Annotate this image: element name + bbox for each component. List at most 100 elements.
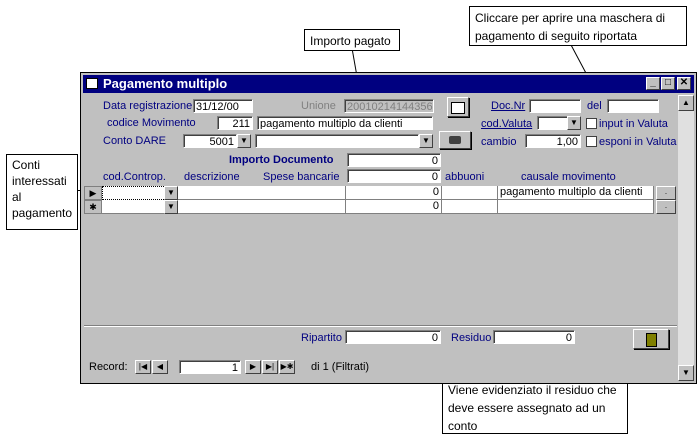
open-payment-mask-button[interactable]: . [656, 186, 676, 200]
minimize-button[interactable]: _ [646, 77, 660, 90]
conto-dare-desc[interactable] [255, 134, 419, 148]
vertical-scrollbar[interactable]: ▲ ▼ [678, 95, 694, 381]
chevron-down-icon: ▼ [422, 136, 430, 145]
cod-valuta-field[interactable] [537, 116, 569, 130]
codice-movimento-field[interactable]: 211 [217, 116, 253, 130]
exit-door-icon [645, 333, 657, 347]
codice-movimento-desc[interactable]: pagamento multiplo da clienti [257, 116, 433, 130]
col-descrizione: descrizione [184, 171, 240, 183]
ripartito-field: 0 [345, 330, 441, 344]
cod-valuta-label: cod.Valuta [481, 118, 533, 130]
input-valuta-checkbox[interactable] [586, 118, 597, 129]
chevron-down-icon: ▼ [167, 202, 175, 211]
pagamento-multiplo-window: Pagamento multiplo _ □ ✕ Data registrazi… [80, 72, 697, 384]
codice-movimento-label: codice Movimento [107, 117, 196, 129]
callout-left: Conti interessati al pagamento [6, 154, 78, 230]
callout-top-right-text: Cliccare per aprire una maschera di paga… [475, 11, 666, 43]
arrow-up-icon: ▲ [682, 98, 690, 107]
causale-cell[interactable]: pagamento multiplo da clienti [498, 186, 654, 200]
cod-controp-cell[interactable] [102, 186, 168, 200]
cod-valuta-dropdown[interactable]: ▼ [567, 116, 581, 130]
first-record-icon: |◀ [138, 362, 148, 371]
prev-record-icon: ◀ [156, 362, 164, 371]
title-bar: Pagamento multiplo _ □ ✕ [83, 75, 694, 93]
del-label: del [587, 100, 602, 112]
minimize-icon: _ [650, 77, 656, 88]
print-button[interactable] [447, 97, 469, 117]
record-selector-current[interactable]: ▶ [84, 186, 102, 200]
callout-importo-pagato: Importo pagato [304, 29, 400, 51]
close-icon: ✕ [679, 77, 689, 88]
conto-dare-dropdown[interactable]: ▼ [237, 134, 251, 148]
record-navigator: Record: |◀ ◀ 1 ▶ ▶| ▶✱ di 1 (Filtrati) [89, 360, 389, 376]
footer-divider [84, 325, 677, 327]
abbuoni-cell[interactable] [442, 186, 498, 200]
maximize-icon: □ [664, 77, 672, 88]
camera-icon [449, 136, 461, 144]
form-icon [86, 78, 98, 89]
doc-nr-field[interactable] [529, 99, 581, 113]
next-record-icon: ▶ [249, 362, 257, 371]
printer-icon [451, 102, 465, 114]
new-record-icon: ▶✱ [280, 362, 294, 371]
spese-bancarie-header-field[interactable]: 0 [347, 169, 441, 183]
col-cod-controp: cod.Controp. [103, 171, 166, 183]
last-record-button[interactable]: ▶| [262, 360, 278, 374]
descrizione-cell[interactable] [178, 200, 346, 214]
ripartito-label: Ripartito [301, 332, 342, 344]
importo-documento-field[interactable]: 0 [347, 153, 441, 167]
conto-dare-field[interactable]: 5001 [183, 134, 237, 148]
col-abbuoni: abbuoni [445, 171, 485, 183]
table-row[interactable]: ▶ ▼ 0 pagamento multiplo da clienti . [84, 186, 677, 200]
current-record-field[interactable]: 1 [179, 360, 241, 374]
record-label: Record: [89, 361, 128, 373]
conto-dare-label: Conto DARE [103, 135, 166, 147]
col-spese-bancarie: Spese bancarie [263, 171, 340, 183]
window-title: Pagamento multiplo [103, 76, 228, 91]
cod-controp-dropdown[interactable]: ▼ [164, 186, 178, 200]
cambio-field[interactable]: 1,00 [525, 134, 581, 148]
data-registrazione-field[interactable]: 31/12/00 [193, 99, 253, 113]
conto-dare-desc-dropdown[interactable]: ▼ [419, 134, 433, 148]
cod-controp-cell[interactable] [102, 200, 168, 214]
unione-label: Unione [301, 100, 336, 112]
next-record-button[interactable]: ▶ [245, 360, 261, 374]
residuo-field: 0 [493, 330, 575, 344]
callout-left-text: Conti interessati al pagamento [12, 158, 73, 220]
importo-cell[interactable]: 0 [346, 200, 442, 214]
unione-field: 20010214144356 [344, 99, 434, 113]
del-field[interactable] [607, 99, 659, 113]
open-payment-mask-button[interactable]: . [656, 200, 676, 214]
importo-cell[interactable]: 0 [346, 186, 442, 200]
record-total: di 1 (Filtrati) [311, 361, 370, 373]
close-button[interactable]: ✕ [677, 77, 691, 90]
causale-cell[interactable] [498, 200, 654, 214]
new-record-button[interactable]: ▶✱ [279, 360, 295, 374]
arrow-down-icon: ▼ [682, 368, 690, 377]
descrizione-cell[interactable] [178, 186, 346, 200]
maximize-button[interactable]: □ [661, 77, 675, 90]
chevron-down-icon: ▼ [240, 136, 248, 145]
table-row[interactable]: ✱ ▼ 0 . [84, 200, 677, 214]
cod-controp-dropdown[interactable]: ▼ [164, 200, 178, 214]
prev-record-button[interactable]: ◀ [152, 360, 168, 374]
callout-bottom-text: Viene evidenziato il residuo che deve es… [448, 383, 617, 433]
detail-subform: ▶ ▼ 0 pagamento multiplo da clienti . ✱ … [84, 186, 677, 324]
abbuoni-cell[interactable] [442, 200, 498, 214]
record-selector-new[interactable]: ✱ [84, 200, 102, 214]
exit-button[interactable] [633, 329, 669, 349]
esponi-valuta-checkbox[interactable] [586, 136, 597, 147]
input-valuta-label: input in Valuta [599, 118, 668, 130]
cambio-label: cambio [481, 136, 517, 148]
esponi-valuta-label: esponi in Valuta [599, 136, 677, 148]
chevron-down-icon: ▼ [167, 188, 175, 197]
camera-button[interactable] [439, 131, 471, 149]
last-record-icon: ▶| [265, 362, 275, 371]
first-record-button[interactable]: |◀ [135, 360, 151, 374]
doc-nr-label: Doc.Nr [491, 100, 526, 112]
data-registrazione-label: Data registrazione [103, 100, 193, 112]
residuo-label: Residuo [451, 332, 492, 344]
importo-documento-label: Importo Documento [229, 154, 334, 166]
scroll-down-button[interactable]: ▼ [678, 365, 694, 381]
scroll-up-button[interactable]: ▲ [678, 95, 694, 111]
